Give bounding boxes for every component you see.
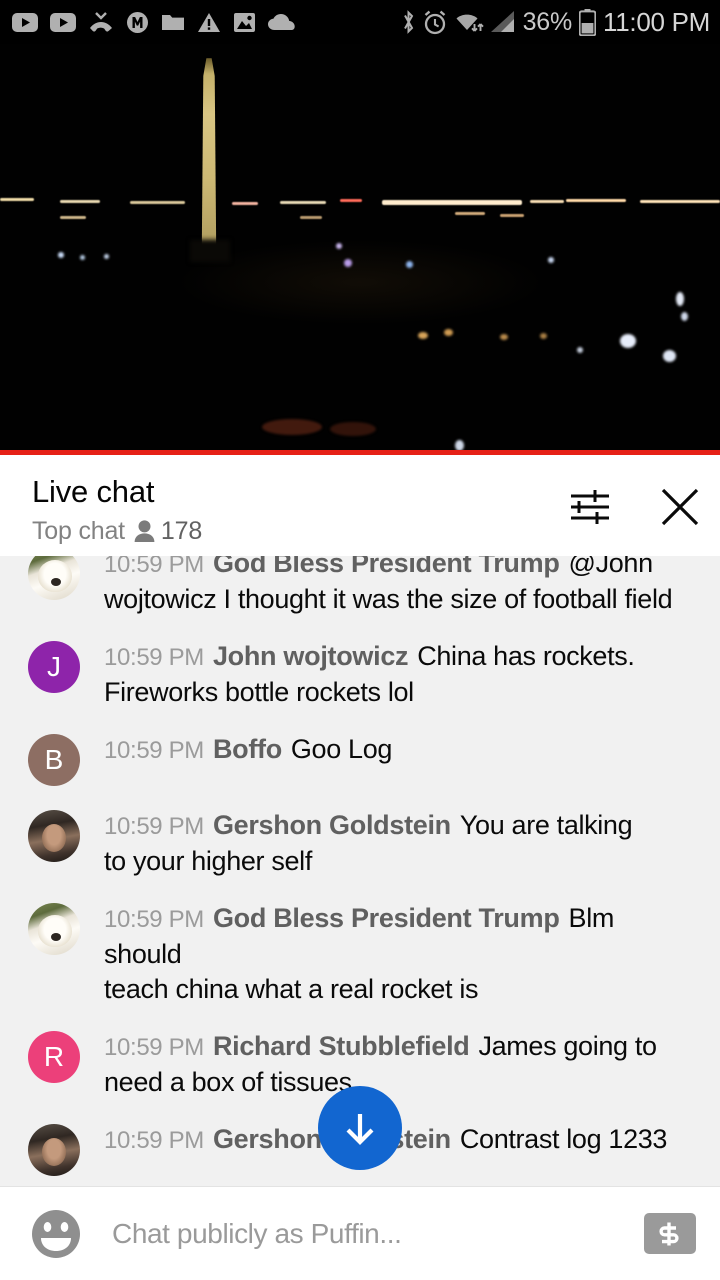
avatar-initial: B — [44, 744, 64, 775]
message-body: 10:59 PM Boffo Goo Log — [80, 732, 398, 768]
avatar-initial: R — [43, 1041, 65, 1072]
close-icon — [661, 488, 699, 526]
message-timestamp: 10:59 PM — [104, 1127, 204, 1154]
video-player[interactable] — [0, 44, 720, 455]
m-circle-icon — [127, 11, 148, 33]
message-text-line1: China has rockets. — [417, 641, 635, 671]
chat-message[interactable]: 10:59 PM God Bless President Trump @John w… — [0, 556, 720, 628]
message-author[interactable]: Gershon Goldstein — [213, 810, 451, 840]
message-timestamp: 10:59 PM — [104, 813, 204, 840]
alarm-icon — [424, 10, 445, 34]
live-chat-header: Live chat Top chat 178 — [0, 455, 720, 556]
message-line-2: teach china what a real rocket is — [104, 974, 479, 1004]
avatar[interactable]: R — [28, 1031, 80, 1083]
dollar-superchat-icon — [659, 1222, 679, 1245]
status-bar-system-icons: 36% 11:00 PM — [401, 7, 710, 38]
avatar[interactable] — [28, 903, 80, 955]
chat-settings-icon — [571, 490, 609, 524]
chat-input[interactable] — [84, 1217, 634, 1250]
scroll-to-bottom-button[interactable] — [318, 1086, 402, 1170]
message-line-1: 10:59 PM Boffo Goo Log — [104, 732, 392, 768]
message-timestamp: 10:59 PM — [104, 556, 204, 578]
message-line-1: 10:59 PM Richard Stubblefield James going … — [104, 1029, 657, 1065]
wifi-icon — [456, 14, 484, 32]
signal-icon — [490, 11, 514, 32]
message-line-1: 10:59 PM God Bless President Trump Blm sho… — [104, 901, 698, 972]
message-author[interactable]: Richard Stubblefield — [213, 1031, 470, 1061]
viewer-count-label: 178 — [160, 517, 203, 545]
avatar[interactable] — [28, 1124, 80, 1176]
avatar[interactable]: B — [28, 734, 80, 786]
battery-icon — [579, 8, 597, 36]
message-timestamp: 10:59 PM — [104, 1034, 204, 1061]
viewer-count-group: 178 — [134, 517, 202, 546]
avatar[interactable]: J — [28, 641, 80, 693]
city-skyline-lights — [0, 194, 720, 220]
message-timestamp: 10:59 PM — [104, 644, 204, 671]
message-line-2: wojtowicz I thought it was the size of f… — [104, 584, 673, 614]
warning-triangle-icon — [198, 12, 220, 32]
message-body: 10:59 PM God Bless President Trump Blm sho… — [80, 901, 704, 1007]
phone-screen: 36% 11:00 PM Live chat Top chat 178 10:5… — [0, 0, 720, 1280]
monument-base-shadow — [190, 240, 230, 262]
message-body: 10:59 PM John wojtowicz China has rockets.… — [80, 639, 641, 710]
chat-header-actions — [568, 473, 702, 529]
live-chat-title: Live chat — [32, 474, 155, 509]
chat-message[interactable]: B 10:59 PM Boffo Goo Log — [0, 721, 720, 797]
folder-icon — [162, 15, 184, 30]
message-body: 10:59 PM Gershon Goldstein You are talking… — [80, 808, 638, 879]
message-timestamp: 10:59 PM — [104, 737, 204, 764]
arrow-down-icon — [346, 1114, 374, 1145]
status-bar-notification-icons — [12, 11, 401, 34]
chat-message[interactable]: J 10:59 PM John wojtowicz China has rocket… — [0, 628, 720, 721]
message-text-line1: @John — [568, 556, 654, 578]
message-text-line1: You are talking — [459, 810, 633, 840]
chat-input-bar — [0, 1186, 720, 1280]
emoji-smiley-icon — [32, 1209, 80, 1258]
avatar-initial: J — [47, 651, 61, 682]
message-text-line1: Goo Log — [290, 734, 393, 764]
emoji-picker-button[interactable] — [28, 1206, 84, 1262]
image-icon — [234, 12, 255, 32]
avatar[interactable] — [28, 810, 80, 862]
avatar[interactable] — [28, 556, 80, 600]
chat-message[interactable]: 10:59 PM Gershon Goldstein You are talking… — [0, 797, 720, 890]
youtube-icon — [12, 12, 38, 32]
bluetooth-icon — [403, 10, 413, 34]
missed-call-icon — [90, 12, 112, 32]
night-sky — [0, 44, 720, 455]
message-author[interactable]: Boffo — [213, 734, 282, 764]
status-bar: 36% 11:00 PM — [0, 0, 720, 44]
youtube-icon — [50, 12, 76, 32]
superchat-button[interactable] — [644, 1213, 696, 1254]
chat-header-subrow: Top chat 178 — [32, 517, 568, 546]
chat-settings-button[interactable] — [568, 485, 612, 529]
message-line-2: to your higher self — [104, 846, 312, 876]
message-line-1: 10:59 PM John wojtowicz China has rockets. — [104, 639, 635, 675]
message-author[interactable]: John wojtowicz — [213, 641, 409, 671]
message-timestamp: 10:59 PM — [104, 906, 204, 933]
battery-percent-label: 36% — [522, 7, 573, 36]
chat-message[interactable]: 10:59 PM God Bless President Trump Blm sho… — [0, 890, 720, 1018]
message-line-2: Fireworks bottle rockets lol — [104, 677, 414, 707]
message-author[interactable]: God Bless President Trump — [213, 903, 560, 933]
clock-label: 11:00 PM — [603, 6, 710, 37]
message-line-1: 10:59 PM God Bless President Trump @John — [104, 556, 672, 582]
message-text-line1: Contrast log 1233 — [459, 1124, 668, 1154]
message-author[interactable]: God Bless President Trump — [213, 556, 560, 578]
chat-header-titles: Live chat Top chat 178 — [32, 473, 568, 546]
message-body: 10:59 PM God Bless President Trump @John w… — [80, 556, 678, 617]
cloud-icon — [268, 13, 295, 30]
message-text-line1: James going to — [478, 1031, 657, 1061]
message-line-1: 10:59 PM Gershon Goldstein You are talking — [104, 808, 633, 844]
person-icon — [134, 520, 155, 542]
chat-mode-label[interactable]: Top chat — [32, 517, 125, 546]
close-chat-button[interactable] — [658, 485, 702, 529]
